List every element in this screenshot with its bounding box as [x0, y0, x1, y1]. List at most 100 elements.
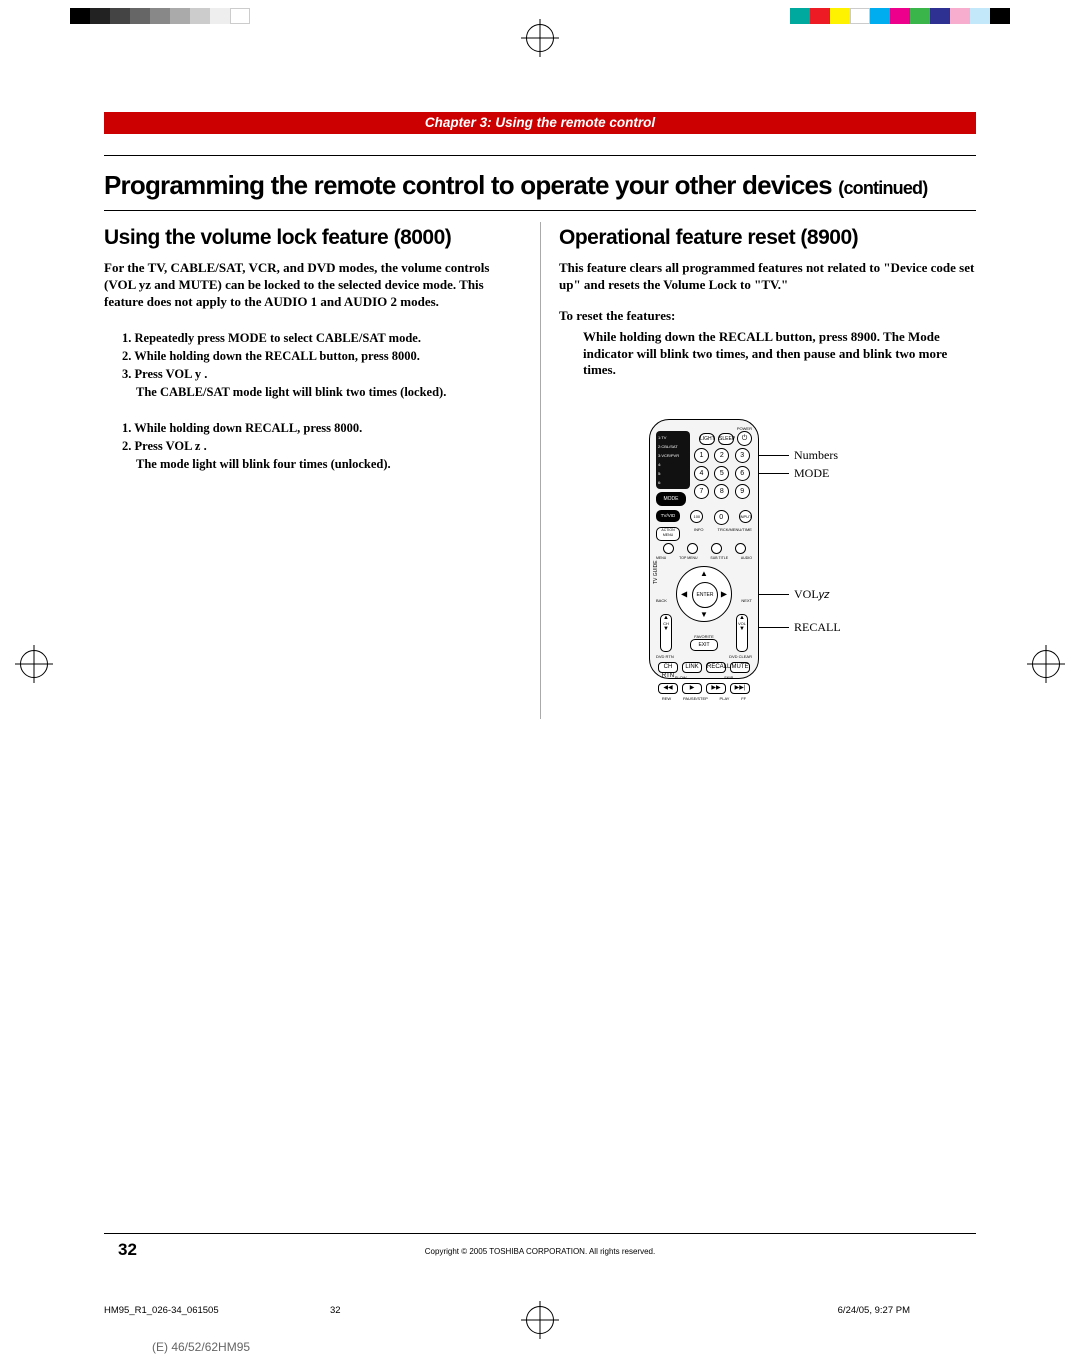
crosshair-right-icon	[1032, 650, 1060, 678]
action-menu-button: ACTION MENU	[656, 527, 680, 541]
ch-rocker: ▲ CH ▼	[660, 614, 672, 652]
callout-line	[759, 473, 789, 474]
swatch	[130, 8, 150, 24]
column-right: Operational feature reset (8900) This fe…	[540, 222, 976, 719]
swatch	[810, 8, 830, 24]
step-result: The mode light will blink four times (un…	[104, 455, 522, 473]
swatch	[190, 8, 210, 24]
color-button	[711, 543, 722, 554]
swatch	[970, 8, 990, 24]
back-label: BACK	[656, 598, 667, 603]
section-heading-volume-lock: Using the volume lock feature (8000)	[104, 226, 522, 250]
callout-vol: VOLyz	[794, 587, 830, 602]
mode-button: MODE	[656, 492, 686, 506]
callout-numbers: Numbers	[794, 448, 838, 463]
crosshair-top-icon	[526, 24, 554, 52]
recall-button: RECALL	[706, 662, 726, 673]
hub-panel: 1:TV 2:CBL/SAT 3:VCR/PVR 4: 5: 6:	[656, 431, 690, 489]
unlock-steps: 1. While holding down RECALL, press 8000…	[104, 419, 522, 473]
play-button: ▶	[682, 683, 702, 694]
step: 1. Repeatedly press MODE to select CABLE…	[104, 329, 522, 347]
swatch	[210, 8, 230, 24]
remote-body: POWER 1:TV 2:CBL/SAT 3:VCR/PVR 4: 5: 6: …	[649, 419, 759, 679]
callout-mode: MODE	[794, 466, 829, 481]
lock-steps: 1. Repeatedly press MODE to select CABLE…	[104, 329, 522, 402]
swatch	[150, 8, 170, 24]
swatch	[890, 8, 910, 24]
swatch	[830, 8, 850, 24]
enter-button: ENTER	[692, 582, 718, 608]
crosshair-bottom-icon	[526, 1306, 554, 1334]
step: 1. While holding down RECALL, press 8000…	[104, 419, 522, 437]
step-result: The CABLE/SAT mode light will blink two …	[104, 383, 522, 401]
power-button: ⏻	[737, 431, 752, 446]
footer-page-sub: 32	[330, 1305, 341, 1316]
page-title-continued: (continued)	[838, 178, 927, 198]
arrow-left-icon: ◀	[681, 590, 687, 599]
swatch	[230, 8, 250, 24]
skip-button: ▶▶|	[730, 683, 750, 694]
step: 3. Press VOL y .	[104, 365, 522, 383]
key-1: 1	[694, 448, 709, 463]
section-intro: For the TV, CABLE/SAT, VCR, and DVD mode…	[104, 260, 522, 311]
cutline: (E) 46/52/62HM95	[152, 1340, 250, 1354]
key-0: 0	[714, 510, 729, 525]
section-heading-reset: Operational feature reset (8900)	[559, 226, 976, 250]
divider	[104, 210, 976, 211]
sleep-button: SLEEP	[718, 433, 734, 445]
section-intro: This feature clears all programmed featu…	[559, 260, 976, 294]
footer-date: 6/24/05, 9:27 PM	[838, 1305, 910, 1316]
divider	[104, 155, 976, 156]
arrow-right-icon: ▶	[721, 590, 727, 599]
mute-button: MUTE	[730, 662, 750, 673]
remote-illustration: POWER 1:TV 2:CBL/SAT 3:VCR/PVR 4: 5: 6: …	[559, 419, 976, 719]
swatch	[990, 8, 1010, 24]
swatch	[870, 8, 890, 24]
swatch	[790, 8, 810, 24]
swatch	[930, 8, 950, 24]
link-button: LINK	[682, 662, 702, 673]
step: 2. While holding down the RECALL button,…	[104, 347, 522, 365]
color-button	[735, 543, 746, 554]
copyright: Copyright © 2005 TOSHIBA CORPORATION. Al…	[0, 1247, 1080, 1256]
swatch	[90, 8, 110, 24]
arrow-up-icon: ▲	[700, 569, 708, 578]
swatch	[910, 8, 930, 24]
column-left: Using the volume lock feature (8000) For…	[104, 222, 540, 719]
color-button	[687, 543, 698, 554]
tvguide-label: TV GUIDE	[653, 561, 659, 585]
key-8: 8	[714, 484, 729, 499]
ff-button: ▶▶	[706, 683, 726, 694]
arrow-down-icon: ▼	[700, 610, 708, 619]
callout-line	[759, 594, 789, 595]
input-button: INPUT	[739, 510, 752, 523]
callout-line	[759, 627, 789, 628]
swatch	[950, 8, 970, 24]
rew-button: ◀◀	[658, 683, 678, 694]
light-button: LIGHT	[699, 433, 715, 445]
crosshair-left-icon	[20, 650, 48, 678]
dpad-ring: ▲ ▼ ◀ ▶ ENTER	[676, 566, 732, 622]
reset-step: While holding down the RECALL button, pr…	[559, 329, 976, 380]
chapter-header: Chapter 3: Using the remote control	[104, 112, 976, 134]
chrtn-button: CH RTN	[658, 662, 678, 673]
swatch	[170, 8, 190, 24]
next-label: NEXT	[741, 598, 752, 603]
footer-file: HM95_R1_026-34_061505	[104, 1305, 219, 1316]
key-5: 5	[714, 466, 729, 481]
vol-rocker: ▲ VOL ▼	[736, 614, 748, 652]
key-100: 100	[690, 510, 703, 523]
swatch	[70, 8, 90, 24]
page-title: Programming the remote control to operat…	[104, 170, 976, 201]
key-3: 3	[735, 448, 750, 463]
swatch	[850, 8, 870, 24]
key-2: 2	[714, 448, 729, 463]
callout-line	[759, 455, 789, 456]
swatch	[110, 8, 130, 24]
step: 2. Press VOL z .	[104, 437, 522, 455]
key-6: 6	[735, 466, 750, 481]
to-reset-label: To reset the features:	[559, 308, 976, 325]
page-title-main: Programming the remote control to operat…	[104, 170, 832, 200]
callout-recall: RECALL	[794, 620, 841, 635]
exit-button: EXIT	[690, 639, 718, 651]
